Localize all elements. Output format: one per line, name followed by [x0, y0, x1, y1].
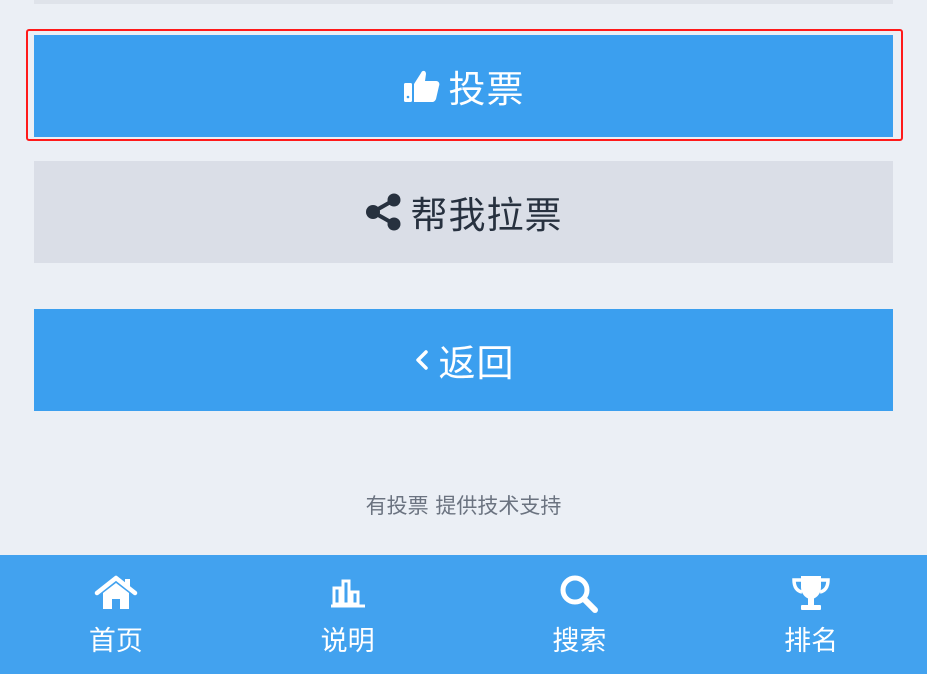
tab-search[interactable]: 搜索	[464, 555, 696, 674]
thumbs-up-icon	[403, 68, 441, 104]
share-icon	[365, 193, 403, 231]
tab-search-label: 搜索	[552, 626, 607, 657]
bar-chart-icon	[330, 573, 366, 613]
back-button[interactable]: 返回	[34, 309, 893, 411]
vote-page: 投票 帮我拉票 返回 有投票 提供技术支持 首页 说明 搜索 排名	[0, 0, 927, 674]
tab-instructions-label: 说明	[320, 626, 375, 657]
tab-home-label: 首页	[88, 626, 143, 657]
content-card-edge	[34, 0, 893, 4]
tab-instructions[interactable]: 说明	[232, 555, 464, 674]
share-button-label: 帮我拉票	[410, 194, 563, 237]
footer-credit: 有投票 提供技术支持	[365, 494, 562, 518]
home-icon	[94, 573, 138, 613]
tab-ranking[interactable]: 排名	[695, 555, 927, 674]
search-icon	[557, 573, 601, 613]
bottom-tab-bar: 首页 说明 搜索 排名	[0, 555, 927, 674]
tab-ranking-label: 排名	[784, 626, 839, 657]
chevron-left-icon	[413, 345, 431, 375]
vote-button[interactable]: 投票	[34, 35, 893, 137]
share-button[interactable]: 帮我拉票	[34, 161, 893, 263]
tab-home[interactable]: 首页	[0, 555, 232, 674]
trophy-icon	[789, 573, 833, 613]
vote-button-label: 投票	[448, 68, 525, 111]
back-button-label: 返回	[438, 342, 515, 385]
